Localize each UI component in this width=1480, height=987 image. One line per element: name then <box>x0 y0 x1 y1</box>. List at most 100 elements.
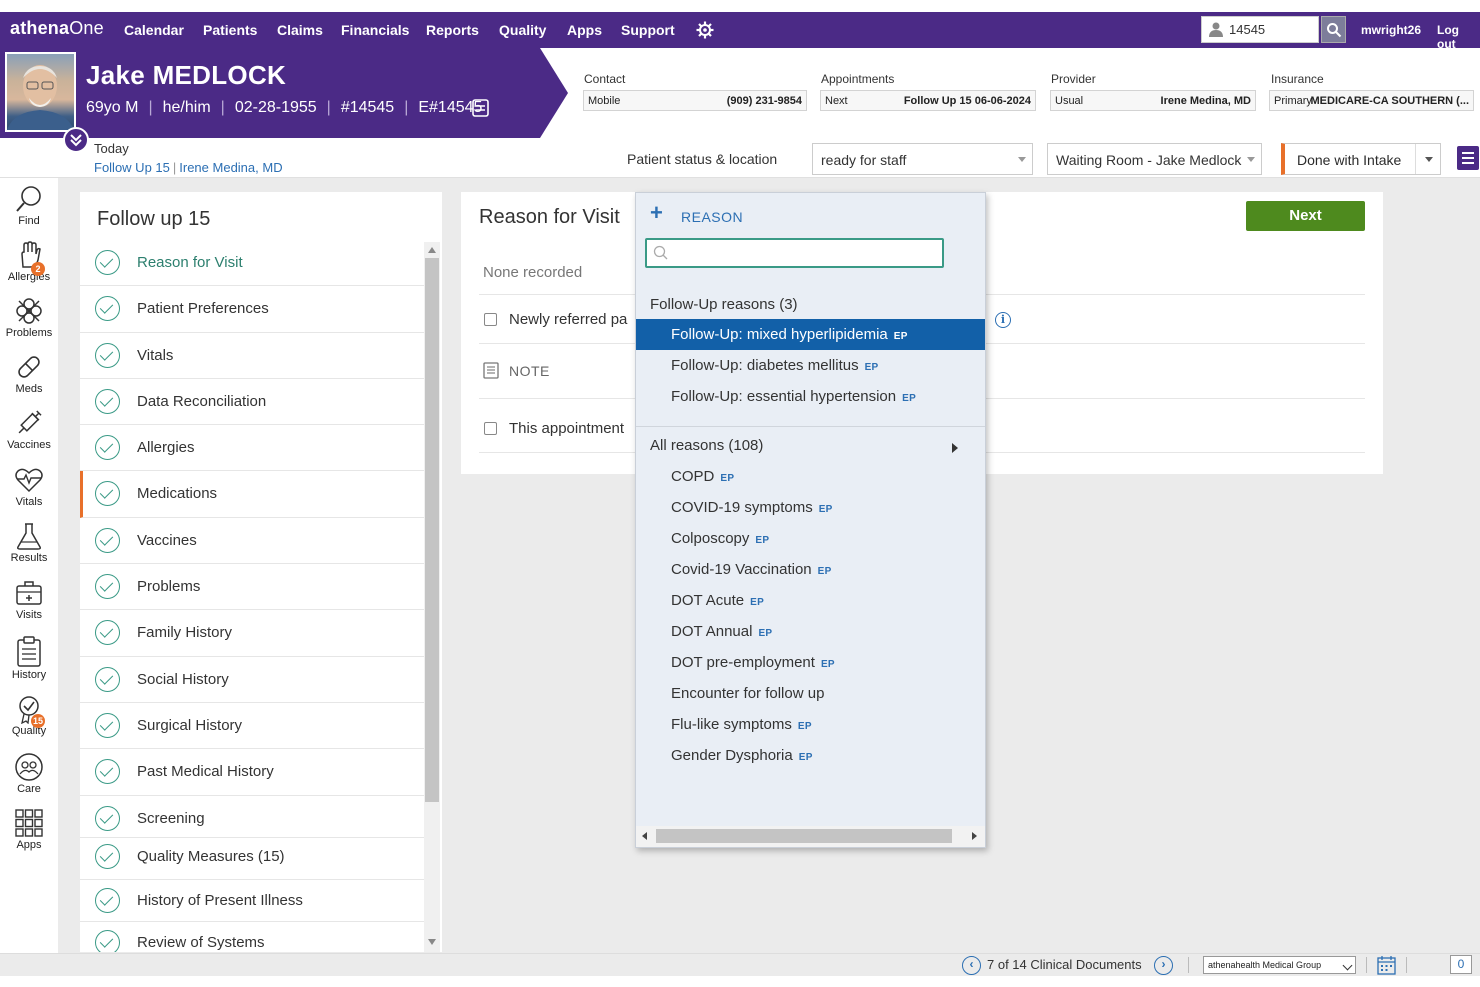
note-button[interactable]: NOTE <box>509 363 550 379</box>
rail-allergies[interactable]: Allergies 2 <box>0 240 58 283</box>
insurance-field[interactable]: Primary MEDICARE-CA SOUTHERN (... <box>1269 90 1474 111</box>
checklist-item-quality-measures[interactable]: Quality Measures (15) <box>80 838 425 880</box>
reason-search-input[interactable] <box>645 238 944 268</box>
checklist-item-screening[interactable]: Screening <box>80 796 425 838</box>
reason-option[interactable]: Gender Dysphoria EP <box>636 740 985 771</box>
reason-option[interactable]: COVID-19 symptoms EP <box>636 492 985 523</box>
checklist-item-family-history[interactable]: Family History <box>80 610 425 657</box>
location-select[interactable]: Waiting Room - Jake Medlock <box>1047 143 1262 175</box>
checklist-item-medications[interactable]: Medications <box>80 471 425 518</box>
check-circle-icon <box>95 527 120 553</box>
search-button[interactable] <box>1321 16 1346 43</box>
reason-option[interactable]: Follow-Up: mixed hyperlipidemia EP <box>636 319 985 350</box>
nav-patients[interactable]: Patients <box>203 22 257 38</box>
document-icon[interactable] <box>472 99 489 117</box>
reason-option[interactable]: Flu-like symptoms EP <box>636 709 985 740</box>
rail-problems[interactable]: Problems <box>0 296 58 339</box>
insurance-value: MEDICARE-CA SOUTHERN (... <box>1310 95 1469 107</box>
checklist-item-past-medical-history[interactable]: Past Medical History <box>80 749 425 796</box>
checklist-title: Follow up 15 <box>97 208 211 230</box>
nav-apps[interactable]: Apps <box>567 22 602 38</box>
checklist-item-data-reconciliation[interactable]: Data Reconciliation <box>80 379 425 426</box>
reason-option[interactable]: Colposcopy EP <box>636 523 985 554</box>
logout-link[interactable]: Log out <box>1437 23 1480 51</box>
patient-status-select[interactable]: ready for staff <box>812 143 1033 175</box>
visit-provider[interactable]: Irene Medina, MD <box>179 160 282 175</box>
reason-option[interactable]: Encounter for follow up <box>636 678 985 709</box>
scroll-left-icon[interactable] <box>642 832 647 840</box>
visit-date: Today <box>94 141 129 156</box>
rail-vitals[interactable]: Vitals <box>0 465 58 508</box>
calendar-icon[interactable] <box>1377 955 1396 975</box>
patient-search-input[interactable]: 14545 <box>1201 16 1319 43</box>
ep-tag: EP <box>893 331 908 342</box>
checklist-item-surgical-history[interactable]: Surgical History <box>80 703 425 750</box>
done-options-chevron-icon[interactable] <box>1425 157 1433 162</box>
provider-field[interactable]: Usual Irene Medina, MD <box>1050 90 1256 111</box>
nav-quality[interactable]: Quality <box>499 22 546 38</box>
checklist-item-social-history[interactable]: Social History <box>80 657 425 703</box>
checklist-item-problems[interactable]: Problems <box>80 564 425 611</box>
rail-vaccines[interactable]: Vaccines <box>0 408 58 451</box>
reason-option[interactable]: DOT pre-employment EP <box>636 647 985 678</box>
nav-support[interactable]: Support <box>621 22 675 38</box>
visit-type[interactable]: Follow Up 15 <box>94 160 170 175</box>
checklist-item-label: Quality Measures (15) <box>137 847 285 865</box>
rail-results[interactable]: Results <box>0 521 58 564</box>
reason-option[interactable]: COPD EP <box>636 461 985 492</box>
info-icon[interactable]: i <box>995 312 1011 328</box>
checklist-item-vitals[interactable]: Vitals <box>80 333 425 379</box>
scroll-down-icon[interactable] <box>428 939 436 945</box>
visit-summary[interactable]: Follow Up 15 | Irene Medina, MD <box>94 160 283 175</box>
done-with-intake-label: Done with Intake <box>1297 152 1402 168</box>
checklist-item-patient-preferences[interactable]: Patient Preferences <box>80 286 425 333</box>
newly-referred-checkbox[interactable] <box>484 313 497 326</box>
nav-calendar[interactable]: Calendar <box>124 22 184 38</box>
rail-care[interactable]: Care <box>0 752 58 795</box>
nav-reports[interactable]: Reports <box>426 22 479 38</box>
dropdown-horizontal-scrollbar[interactable] <box>636 826 985 847</box>
organization-select[interactable]: athenahealth Medical Group <box>1203 956 1356 974</box>
all-reasons-header[interactable]: All reasons (108) <box>650 437 763 454</box>
done-with-intake-button[interactable]: Done with Intake <box>1281 143 1441 175</box>
contact-field[interactable]: Mobile (909) 231-9854 <box>583 90 807 111</box>
rail-quality[interactable]: Quality 15 <box>0 694 58 737</box>
checklist-scroll-thumb[interactable] <box>425 258 439 802</box>
dropdown-scroll-thumb[interactable] <box>656 829 952 843</box>
scroll-up-icon[interactable] <box>428 247 436 253</box>
reason-option[interactable]: Follow-Up: diabetes mellitus EP <box>636 350 985 381</box>
prev-document-button[interactable]: ‹ <box>962 956 981 975</box>
checklist-item-reason-for-visit[interactable]: Reason for Visit <box>80 240 425 287</box>
appointments-field[interactable]: Next Follow Up 15 06-06-2024 <box>820 90 1036 111</box>
checklist-item-label: Medications <box>137 485 218 503</box>
reason-option[interactable]: DOT Annual EP <box>636 616 985 647</box>
notification-count[interactable]: 0 <box>1450 955 1472 974</box>
reason-option[interactable]: Follow-Up: essential hypertension EP <box>636 381 985 412</box>
patient-photo[interactable] <box>5 52 76 132</box>
checklist-item-history-of-present-illness[interactable]: History of Present Illness <box>80 880 425 922</box>
appointment-checkbox[interactable] <box>484 422 497 435</box>
rail-history[interactable]: History <box>0 636 58 681</box>
rail-visits[interactable]: Visits <box>0 578 58 621</box>
rail-meds[interactable]: Meds <box>0 352 58 395</box>
caret-right-icon[interactable] <box>952 443 958 453</box>
apps-grid-icon <box>15 809 43 837</box>
nav-claims[interactable]: Claims <box>277 22 323 38</box>
nav-financials[interactable]: Financials <box>341 22 409 38</box>
reason-option[interactable]: Covid-19 Vaccination EP <box>636 554 985 585</box>
scroll-right-icon[interactable] <box>972 832 977 840</box>
checklist-item-allergies[interactable]: Allergies <box>80 425 425 472</box>
rail-find[interactable]: Find <box>0 184 58 227</box>
next-button[interactable]: Next <box>1246 201 1365 231</box>
checklist-item-review-of-systems[interactable]: Review of Systems <box>80 922 425 952</box>
gear-icon[interactable] <box>696 21 714 39</box>
rail-apps[interactable]: Apps <box>0 808 58 851</box>
username[interactable]: mwright26 <box>1361 23 1421 37</box>
problems-icon <box>16 298 42 324</box>
athenaone-logo[interactable]: athenaOne <box>10 18 104 39</box>
checklist-item-vaccines[interactable]: Vaccines <box>80 518 425 565</box>
expand-banner-button[interactable] <box>63 127 89 153</box>
menu-button[interactable] <box>1457 146 1479 170</box>
next-document-button[interactable]: › <box>1154 956 1173 975</box>
reason-option[interactable]: DOT Acute EP <box>636 585 985 616</box>
